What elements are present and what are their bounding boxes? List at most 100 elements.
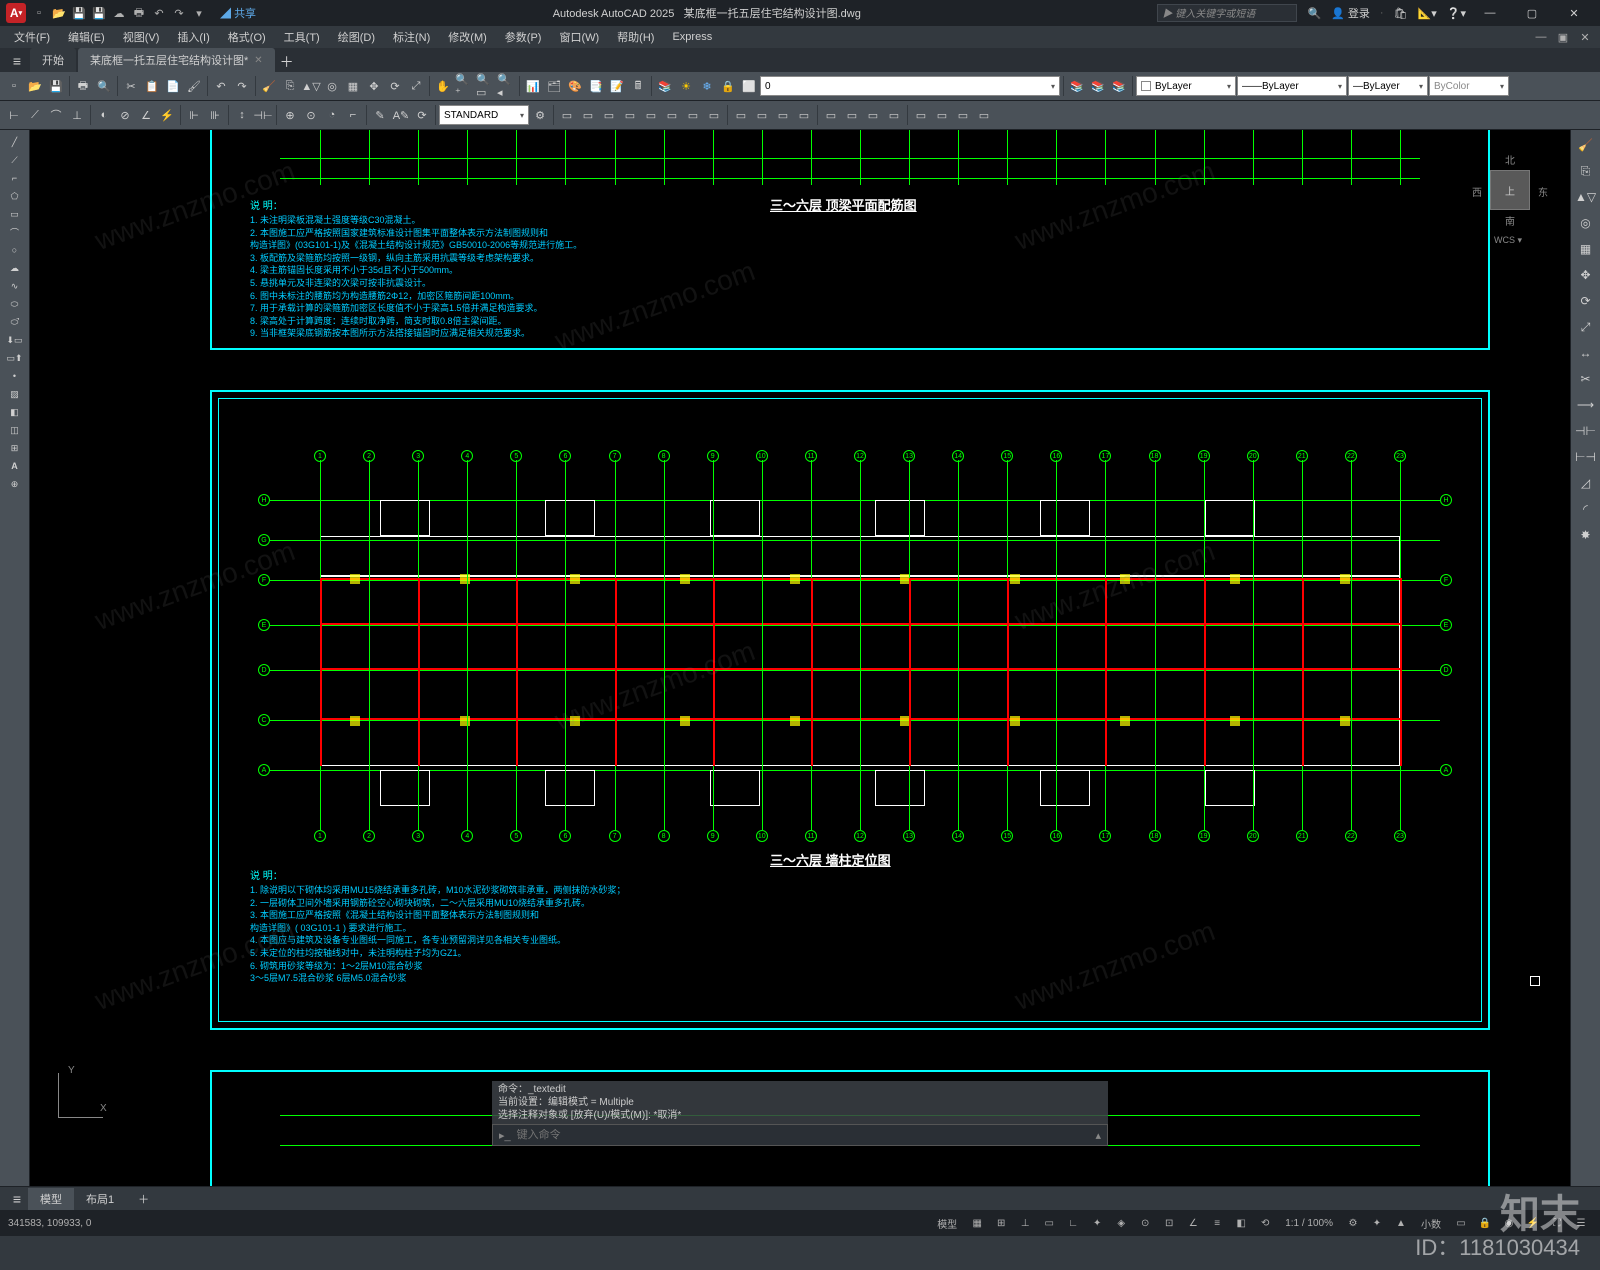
markup-icon[interactable]: 📝 — [607, 76, 627, 96]
lockui-icon[interactable]: 🔒 — [1474, 1213, 1496, 1233]
table-icon[interactable]: ⊞ — [2, 440, 28, 456]
region-icon[interactable]: ◫ — [2, 422, 28, 438]
tolerance-icon[interactable]: ⊕ — [280, 105, 300, 125]
customize-icon[interactable]: ☰ — [1570, 1213, 1592, 1233]
ortho-toggle-icon[interactable]: ∟ — [1062, 1213, 1084, 1233]
point-icon[interactable]: • — [2, 368, 28, 384]
zoom-win-icon[interactable]: 🔍▭ — [475, 76, 495, 96]
extend-tool-icon[interactable]: ⟶ — [1575, 394, 1597, 416]
open-icon[interactable]: 📂 — [50, 4, 68, 22]
saveas-icon[interactable]: 💾 — [90, 4, 108, 22]
ellipse-icon[interactable]: ⬭ — [2, 296, 28, 312]
menu-tools[interactable]: 工具(T) — [276, 27, 328, 47]
cloud-icon[interactable]: 📐▾ — [1418, 7, 1437, 20]
ucs-icon[interactable]: Y X — [50, 1066, 110, 1126]
plotstyle-dropdown[interactable]: ByColor▾ — [1429, 76, 1509, 96]
close-button[interactable]: ✕ — [1554, 0, 1594, 26]
command-window[interactable]: 命令：_textedit 当前设置：编辑模式 = Multiple 选择注释对象… — [492, 1081, 1108, 1146]
rotate-tool-icon[interactable]: ⟳ — [1575, 290, 1597, 312]
qat-more-icon[interactable]: ▾ — [190, 4, 208, 22]
preview-icon[interactable]: 🔍 — [94, 76, 114, 96]
doc-minimize-icon[interactable]: — — [1532, 28, 1550, 46]
model-space-button[interactable]: 模型 — [930, 1213, 964, 1233]
web-icon[interactable]: ☁ — [110, 4, 128, 22]
toolpal-icon[interactable]: 🎨 — [565, 76, 585, 96]
cut-icon[interactable]: ✂ — [121, 76, 141, 96]
fillet-tool-icon[interactable]: ◜ — [1575, 498, 1597, 520]
app-store-icon[interactable]: 🛍 — [1394, 7, 1408, 20]
dimstyle-mgr-icon[interactable]: ⚙ — [530, 105, 550, 125]
rectangle-icon[interactable]: ▭ — [2, 206, 28, 222]
dim-continue-icon[interactable]: ⊪ — [205, 105, 225, 125]
menu-file[interactable]: 文件(F) — [6, 27, 58, 47]
workspace-icon[interactable]: ✦ — [1366, 1213, 1388, 1233]
spline-icon[interactable]: ∿ — [2, 278, 28, 294]
annoscale-icon[interactable]: 1:1 / 100% — [1278, 1213, 1340, 1233]
jogged-icon[interactable]: ⌐ — [343, 105, 363, 125]
layer-tool2-icon[interactable]: 📚 — [1088, 76, 1108, 96]
login-button[interactable]: 👤 登录 — [1331, 5, 1370, 21]
mod12-icon[interactable]: ▭ — [794, 105, 814, 125]
mod8-icon[interactable]: ▭ — [704, 105, 724, 125]
offset-icon[interactable]: ◎ — [322, 76, 342, 96]
redo-icon[interactable]: ↷ — [170, 4, 188, 22]
lweight-toggle-icon[interactable]: ≡ — [1206, 1213, 1228, 1233]
join-tool-icon[interactable]: ⊢⊣ — [1575, 446, 1597, 468]
layer-color-icon[interactable]: ⬜ — [739, 76, 759, 96]
undo-icon[interactable]: ↶ — [150, 4, 168, 22]
polar-toggle-icon[interactable]: ✦ — [1086, 1213, 1108, 1233]
mod4-icon[interactable]: ▭ — [620, 105, 640, 125]
mod17-icon[interactable]: ▭ — [911, 105, 931, 125]
model-tab[interactable]: 模型 — [28, 1188, 74, 1210]
save-icon[interactable]: 💾 — [70, 4, 88, 22]
layer-lock-icon[interactable]: 🔒 — [718, 76, 738, 96]
layout1-tab[interactable]: 布局1 — [74, 1188, 126, 1210]
paste-icon[interactable]: 📄 — [163, 76, 183, 96]
revcloud-icon[interactable]: ☁ — [2, 260, 28, 276]
new-doc-icon[interactable]: ▫ — [4, 76, 24, 96]
dcenter-icon[interactable]: 🗂 — [544, 76, 564, 96]
quickprops-icon[interactable]: ▭ — [1450, 1213, 1472, 1233]
menu-insert[interactable]: 插入(I) — [169, 27, 217, 47]
layer-tool1-icon[interactable]: 📚 — [1067, 76, 1087, 96]
gear-icon[interactable]: ⚙ — [1342, 1213, 1364, 1233]
otrack-icon[interactable]: ∠ — [1182, 1213, 1204, 1233]
inspection-icon[interactable]: ◔ — [322, 105, 342, 125]
viewcube-north[interactable]: 北 — [1505, 152, 1515, 167]
move-icon[interactable]: ✥ — [364, 76, 384, 96]
dim-space-icon[interactable]: ↕ — [232, 105, 252, 125]
mod5-icon[interactable]: ▭ — [641, 105, 661, 125]
dim-break-icon[interactable]: ⊣⊢ — [253, 105, 273, 125]
maximize-button[interactable]: ▢ — [1512, 0, 1552, 26]
osnap-toggle-icon[interactable]: ⊙ — [1134, 1213, 1156, 1233]
mtext-icon[interactable]: A — [2, 458, 28, 474]
menu-view[interactable]: 视图(V) — [115, 27, 168, 47]
color-dropdown[interactable]: ByLayer▾ — [1136, 76, 1236, 96]
menu-modify[interactable]: 修改(M) — [440, 27, 495, 47]
offset-tool-icon[interactable]: ◎ — [1575, 212, 1597, 234]
mod6-icon[interactable]: ▭ — [662, 105, 682, 125]
save-doc-icon[interactable]: 💾 — [46, 76, 66, 96]
viewcube-east[interactable]: 东 — [1538, 184, 1548, 199]
dim-arc-icon[interactable]: ⌒ — [46, 105, 66, 125]
command-menu-icon[interactable]: ▴ — [1095, 1129, 1101, 1142]
cleanscreen-icon[interactable]: ⛶ — [1546, 1213, 1568, 1233]
dim-aligned-icon[interactable]: ⟋ — [25, 105, 45, 125]
break-tool-icon[interactable]: ⊣⊢ — [1575, 420, 1597, 442]
search-icon[interactable]: 🔍 — [1307, 7, 1321, 20]
props-icon[interactable]: 📊 — [523, 76, 543, 96]
zoom-prev-icon[interactable]: 🔍◂ — [496, 76, 516, 96]
model-space-viewport[interactable]: www.znzmo.com www.znzmo.com www.znzmo.co… — [30, 130, 1570, 1186]
redo-btn-icon[interactable]: ↷ — [232, 76, 252, 96]
dim-edit-icon[interactable]: ✎ — [370, 105, 390, 125]
qcalc-icon[interactable]: 🖩 — [628, 76, 648, 96]
units-readout[interactable]: 小数 — [1414, 1213, 1448, 1233]
copy-obj-icon[interactable]: ⎘ — [280, 76, 300, 96]
layout-add-button[interactable]: ＋ — [126, 1188, 161, 1210]
viewcube-west[interactable]: 西 — [1472, 184, 1482, 199]
zoom-rt-icon[interactable]: 🔍⁺ — [454, 76, 474, 96]
array-tool-icon[interactable]: ▦ — [1575, 238, 1597, 260]
arc-icon[interactable]: ⌒ — [2, 224, 28, 240]
mod18-icon[interactable]: ▭ — [932, 105, 952, 125]
tab-current-drawing[interactable]: 某底框一托五层住宅结构设计图*✕ — [78, 48, 275, 72]
